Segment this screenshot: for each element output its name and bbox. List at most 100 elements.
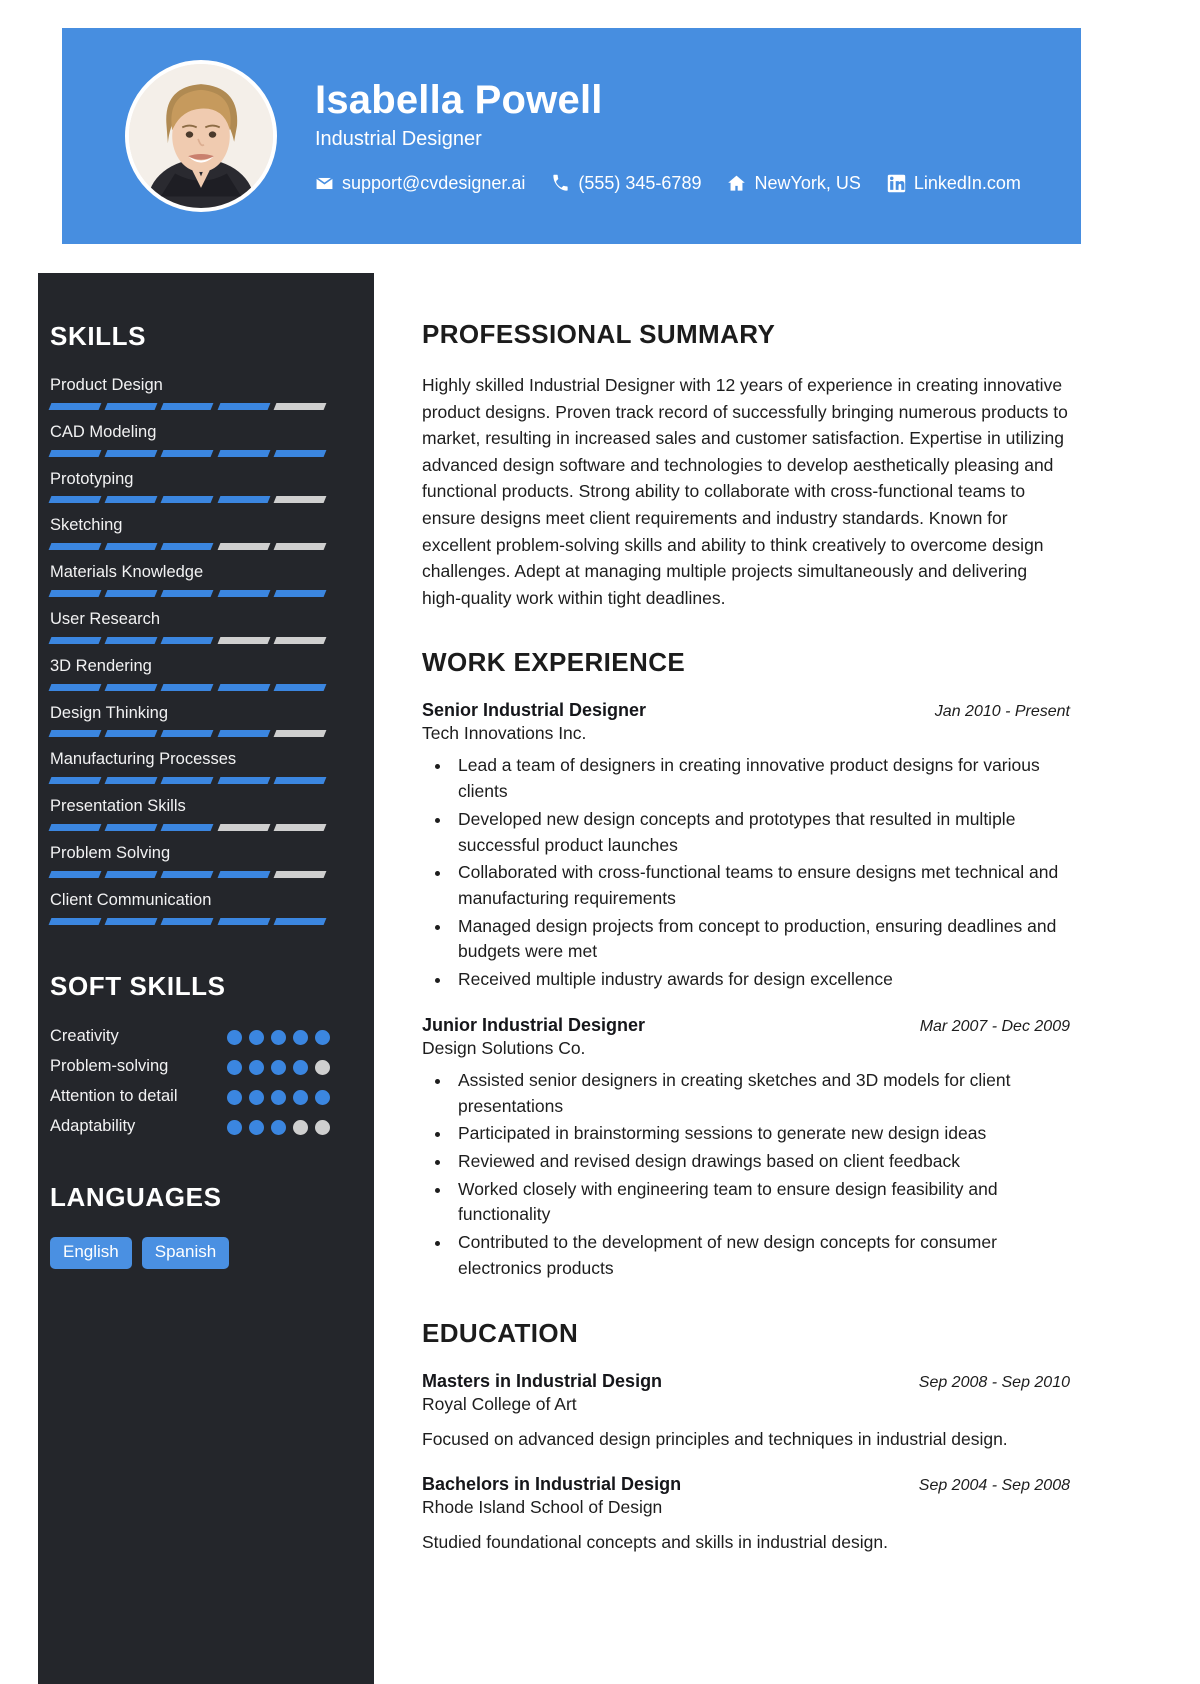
soft-skill-rating xyxy=(227,1086,330,1105)
work-bullet: Worked closely with engineering team to … xyxy=(452,1177,1072,1228)
work-bullet: Contributed to the development of new de… xyxy=(452,1230,1072,1281)
soft-skill-label: Adaptability xyxy=(50,1116,136,1135)
skill-level-segment xyxy=(160,543,215,551)
rating-dot xyxy=(315,1059,330,1075)
rating-dot xyxy=(249,1029,264,1045)
work-bullet: Reviewed and revised design drawings bas… xyxy=(452,1149,1072,1175)
skill-level-segment xyxy=(217,730,271,738)
rating-dot xyxy=(271,1059,286,1075)
avatar xyxy=(125,60,277,212)
skill-level-bar xyxy=(48,636,327,644)
skill-level-segment xyxy=(217,683,271,691)
work-entry: Senior Industrial Designer Jan 2010 - Pre… xyxy=(422,700,1082,992)
skill-level-segment xyxy=(160,683,215,691)
education-entry: Bachelors in Industrial Design Sep 2004 -… xyxy=(422,1474,1082,1556)
skill-level-segment xyxy=(104,823,158,831)
skill-item: User Research xyxy=(48,610,336,644)
education-entry: Masters in Industrial Design Sep 2008 - S… xyxy=(422,1371,1082,1453)
rating-dot xyxy=(227,1089,242,1105)
skill-level-segment xyxy=(217,823,271,831)
education-degree: Masters in Industrial Design xyxy=(422,1370,663,1391)
skill-label: Design Thinking xyxy=(50,703,169,722)
skill-level-bar xyxy=(48,543,327,551)
resume-body: SKILLS Product Design CAD Modeling Prototy… xyxy=(38,273,1082,1684)
soft-skill-item: Adaptability xyxy=(50,1116,330,1136)
rating-dot xyxy=(293,1119,308,1135)
rating-dot xyxy=(271,1089,286,1105)
soft-skill-item: Attention to detail xyxy=(50,1086,330,1106)
skill-level-segment xyxy=(104,730,158,738)
contact-list: support@cvdesigner.ai (555) 345-6789 New… xyxy=(315,173,1021,194)
home-icon xyxy=(727,174,746,193)
work-bullet-list: Lead a team of designers in creating inn… xyxy=(452,753,1072,992)
skill-level-segment xyxy=(273,730,327,738)
skill-level-segment xyxy=(217,402,271,410)
skill-level-segment xyxy=(273,496,327,504)
skill-item: Prototyping xyxy=(48,469,336,504)
skill-item: Sketching xyxy=(48,516,336,551)
language-chip[interactable]: English xyxy=(50,1237,132,1270)
contact-phone[interactable]: (555) 345-6789 xyxy=(551,173,701,194)
skill-level-segment xyxy=(217,543,271,551)
contact-location[interactable]: NewYork, US xyxy=(727,173,861,194)
rating-dot xyxy=(315,1089,330,1105)
skill-level-segment xyxy=(160,870,215,878)
header-text-block: Isabella Powell Industrial Designer supp… xyxy=(315,78,1021,195)
skill-level-segment xyxy=(104,449,158,457)
skill-item: Client Communication xyxy=(48,891,336,925)
rating-dot xyxy=(293,1059,308,1075)
skill-level-segment xyxy=(160,730,215,738)
linkedin-icon xyxy=(887,174,906,193)
education-heading: EDUCATION xyxy=(422,1317,579,1348)
skill-item: Design Thinking xyxy=(48,703,336,738)
skill-level-segment xyxy=(104,496,158,504)
skill-level-segment xyxy=(160,636,215,644)
skill-level-segment xyxy=(217,636,271,644)
rating-dot xyxy=(293,1089,308,1105)
rating-dot xyxy=(271,1119,286,1135)
soft-skill-label: Attention to detail xyxy=(50,1086,178,1105)
skill-item: Materials Knowledge xyxy=(48,563,336,597)
skill-level-segment xyxy=(273,402,327,410)
skill-label: Materials Knowledge xyxy=(50,563,204,582)
skill-level-segment xyxy=(48,543,102,551)
work-entry: Junior Industrial Designer Mar 2007 - Dec… xyxy=(422,1015,1082,1282)
skill-level-segment xyxy=(104,917,158,925)
work-experience-list: Senior Industrial Designer Jan 2010 - Pre… xyxy=(422,700,1082,1281)
main-content: PROFESSIONAL SUMMARY Highly skilled Indu… xyxy=(374,273,1082,1684)
skill-level-segment xyxy=(104,543,158,551)
soft-skill-rating xyxy=(227,1056,330,1075)
skill-level-segment xyxy=(273,449,327,457)
work-bullet: Received multiple industry awards for de… xyxy=(452,967,1072,993)
skill-label: 3D Rendering xyxy=(50,656,152,675)
skill-label: Problem Solving xyxy=(50,843,171,862)
skill-item: Presentation Skills xyxy=(48,797,336,831)
soft-skill-item: Problem-solving xyxy=(50,1056,330,1076)
work-company: Design Solutions Co. xyxy=(422,1037,586,1058)
skill-level-segment xyxy=(104,870,158,878)
work-company: Tech Innovations Inc. xyxy=(422,723,587,744)
rating-dot xyxy=(249,1089,264,1105)
rating-dot xyxy=(227,1059,242,1075)
summary-text: Highly skilled Industrial Designer with … xyxy=(422,375,1068,608)
skill-level-segment xyxy=(48,449,102,457)
soft-skill-rating xyxy=(227,1026,330,1045)
skill-level-segment xyxy=(217,777,271,785)
language-chip[interactable]: Spanish xyxy=(141,1237,230,1270)
contact-linkedin-text: LinkedIn.com xyxy=(913,173,1021,194)
education-list: Masters in Industrial Design Sep 2008 - S… xyxy=(422,1371,1082,1556)
contact-email-text: support@cvdesigner.ai xyxy=(342,173,526,194)
skill-level-segment xyxy=(48,870,102,878)
soft-skill-rating xyxy=(227,1116,330,1135)
rating-dot xyxy=(249,1059,264,1075)
contact-phone-text: (555) 345-6789 xyxy=(578,173,702,194)
page-right-margin xyxy=(1082,0,1200,1684)
contact-email[interactable]: support@cvdesigner.ai xyxy=(315,173,525,194)
skill-label: Prototyping xyxy=(50,469,134,488)
skill-level-segment xyxy=(273,823,327,831)
soft-skills-heading: SOFT SKILLS xyxy=(50,970,226,1001)
rating-dot xyxy=(293,1029,308,1045)
contact-linkedin[interactable]: LinkedIn.com xyxy=(887,173,1021,194)
skill-level-segment xyxy=(160,777,215,785)
skill-item: Manufacturing Processes xyxy=(48,750,336,785)
